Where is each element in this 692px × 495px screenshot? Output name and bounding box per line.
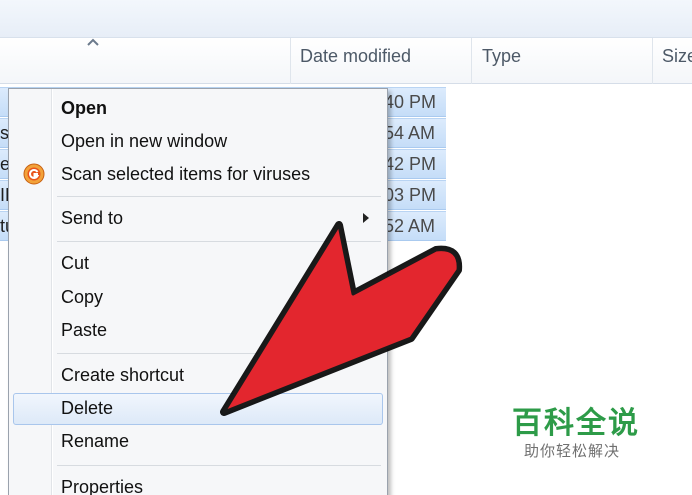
menu-item-delete[interactable]: Delete bbox=[61, 398, 113, 419]
context-menu: Open Open in new window Scan selected it… bbox=[8, 88, 388, 495]
menu-item-open[interactable]: Open bbox=[61, 98, 107, 119]
menu-item-cut[interactable]: Cut bbox=[61, 253, 89, 274]
menu-item-create-shortcut[interactable]: Create shortcut bbox=[61, 365, 184, 386]
column-separator[interactable] bbox=[290, 38, 291, 84]
menu-item-rename[interactable]: Rename bbox=[61, 431, 129, 452]
menu-item-open-new-window[interactable]: Open in new window bbox=[61, 131, 227, 152]
column-size[interactable]: Size bbox=[662, 46, 692, 67]
sort-ascending-icon[interactable] bbox=[86, 38, 100, 46]
file-date-modified: 42 PM bbox=[384, 154, 437, 174]
watermark-subtitle: 助你轻松解决 bbox=[524, 443, 621, 460]
antivirus-icon bbox=[23, 163, 45, 185]
column-date-modified[interactable]: Date modified bbox=[300, 46, 411, 67]
watermark-title: 百科全说 bbox=[512, 407, 640, 440]
menu-separator bbox=[57, 241, 381, 242]
column-separator[interactable] bbox=[652, 38, 653, 84]
menu-separator bbox=[57, 465, 381, 466]
file-date-modified: 52 AM bbox=[384, 216, 436, 236]
watermark: 百科全说 助你轻松解决 bbox=[492, 384, 668, 470]
file-date-modified: 03 PM bbox=[384, 185, 437, 205]
menu-separator bbox=[57, 196, 381, 197]
column-separator[interactable] bbox=[471, 38, 472, 84]
file-date-modified: 40 PM bbox=[384, 92, 437, 112]
column-type[interactable]: Type bbox=[482, 46, 521, 67]
menu-item-send-to[interactable]: Send to bbox=[61, 208, 123, 229]
file-date-modified: 54 AM bbox=[384, 123, 436, 143]
menu-item-paste[interactable]: Paste bbox=[61, 320, 107, 341]
menu-item-copy[interactable]: Copy bbox=[61, 287, 103, 308]
menu-gutter bbox=[52, 89, 53, 495]
submenu-arrow-icon bbox=[363, 213, 369, 223]
menu-item-scan-viruses[interactable]: Scan selected items for viruses bbox=[61, 164, 310, 185]
menu-item-properties[interactable]: Properties bbox=[61, 477, 143, 495]
toolbar-strip bbox=[0, 0, 692, 38]
menu-separator bbox=[57, 353, 381, 354]
